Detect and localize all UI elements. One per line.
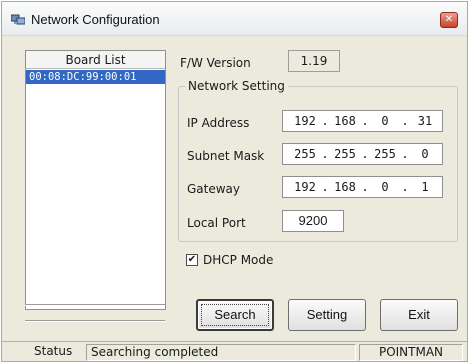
checkbox-checked-icon[interactable]: ✔: [186, 254, 198, 266]
subnet-dot: .: [321, 147, 329, 161]
subnet-octet-2[interactable]: 255: [331, 144, 359, 164]
status-label: Status: [34, 344, 73, 358]
subnet-octet-4[interactable]: 0: [411, 144, 439, 164]
main-content: Board List 00:08:DC:99:00:01 F/W Version…: [2, 36, 467, 361]
dhcp-mode-checkbox[interactable]: ✔ DHCP Mode: [186, 252, 273, 268]
gateway-octet-3[interactable]: 0: [371, 177, 399, 197]
separator-line: [25, 320, 165, 322]
network-setting-title: Network Setting: [185, 79, 288, 93]
status-bar: Status Searching completed POINTMAN: [2, 341, 467, 361]
gateway-octet-2[interactable]: 168: [331, 177, 359, 197]
vendor-label: POINTMAN: [359, 344, 463, 361]
local-port-label: Local Port: [187, 216, 246, 230]
status-message: Searching completed: [86, 344, 356, 361]
board-list-item[interactable]: 00:08:DC:99:00:01: [26, 70, 165, 84]
app-window: Network Configuration ✕ Board List 00:08…: [1, 1, 468, 362]
ip-dot: .: [321, 114, 329, 128]
window-title: Network Configuration: [31, 12, 160, 27]
subnet-octet-1[interactable]: 255: [291, 144, 319, 164]
subnet-dot: .: [361, 147, 369, 161]
search-button[interactable]: Search: [196, 299, 274, 331]
board-list-header: Board List: [26, 51, 165, 69]
ip-address-label: IP Address: [187, 116, 250, 130]
gateway-dot: .: [321, 180, 329, 194]
board-list[interactable]: Board List 00:08:DC:99:00:01: [25, 50, 166, 310]
subnet-dot: .: [401, 147, 409, 161]
subnet-mask-field[interactable]: 255 . 255 . 255 . 0: [282, 143, 443, 165]
gateway-label: Gateway: [187, 182, 241, 196]
fw-version-label: F/W Version: [180, 56, 251, 70]
gateway-field[interactable]: 192 . 168 . 0 . 1: [282, 176, 443, 198]
ip-dot: .: [361, 114, 369, 128]
title-bar[interactable]: Network Configuration ✕: [2, 2, 467, 36]
local-port-field[interactable]: 9200: [282, 210, 344, 232]
ip-octet-3[interactable]: 0: [371, 111, 399, 131]
ip-address-field[interactable]: 192 . 168 . 0 . 31: [282, 110, 443, 132]
separator-line: [25, 304, 165, 306]
gateway-dot: .: [401, 180, 409, 194]
dhcp-mode-label: DHCP Mode: [203, 253, 274, 267]
ip-dot: .: [401, 114, 409, 128]
subnet-octet-3[interactable]: 255: [371, 144, 399, 164]
gateway-dot: .: [361, 180, 369, 194]
setting-button[interactable]: Setting: [288, 299, 366, 331]
ip-octet-4[interactable]: 31: [411, 111, 439, 131]
gateway-octet-4[interactable]: 1: [411, 177, 439, 197]
ip-octet-2[interactable]: 168: [331, 111, 359, 131]
exit-button[interactable]: Exit: [380, 299, 458, 331]
subnet-mask-label: Subnet Mask: [187, 149, 265, 163]
close-button[interactable]: ✕: [440, 12, 458, 28]
ip-octet-1[interactable]: 192: [291, 111, 319, 131]
network-app-icon: [11, 14, 25, 25]
fw-version-value: 1.19: [288, 50, 340, 72]
gateway-octet-1[interactable]: 192: [291, 177, 319, 197]
close-icon: ✕: [444, 14, 454, 25]
